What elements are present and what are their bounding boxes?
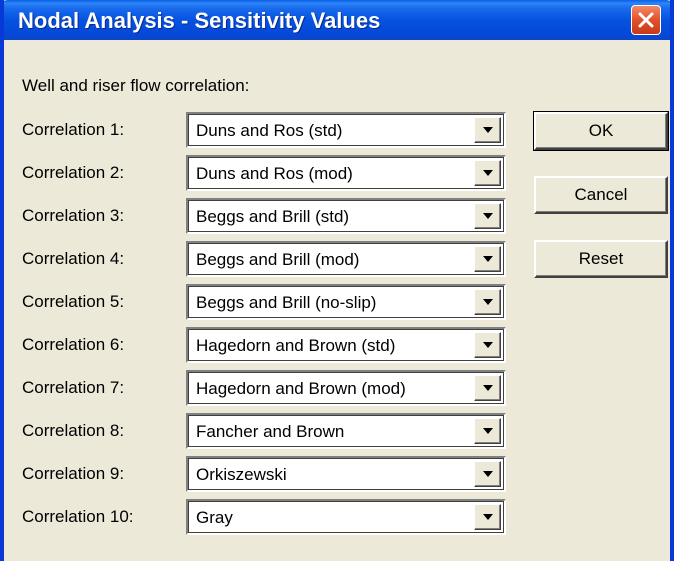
correlation-4-select[interactable]: Beggs and Brill (mod) <box>186 241 506 277</box>
chevron-down-icon <box>483 213 493 219</box>
correlation-6-dropdown-button[interactable] <box>474 332 501 358</box>
correlation-8-label: Correlation 8: <box>22 421 125 440</box>
correlation-10-label: Correlation 10: <box>22 507 134 526</box>
cancel-button[interactable]: Cancel <box>534 176 668 214</box>
correlation-1-select[interactable]: Duns and Ros (std) <box>186 112 506 148</box>
correlation-1-dropdown-button[interactable] <box>474 117 501 143</box>
reset-button[interactable]: Reset <box>534 240 668 278</box>
correlation-5-dropdown-button[interactable] <box>474 289 501 315</box>
correlation-10-value: Gray <box>196 508 233 527</box>
correlation-5-value: Beggs and Brill (no-slip) <box>196 293 377 312</box>
correlation-6-value: Hagedorn and Brown (std) <box>196 336 396 355</box>
chevron-down-icon <box>483 428 493 434</box>
correlation-9-select[interactable]: Orkiszewski <box>186 456 506 492</box>
correlation-4-value: Beggs and Brill (mod) <box>196 250 360 269</box>
correlation-9-label: Correlation 9: <box>22 464 125 483</box>
correlation-3-select[interactable]: Beggs and Brill (std) <box>186 198 506 234</box>
chevron-down-icon <box>483 342 493 348</box>
dialog-window: Nodal Analysis - Sensitivity Values Well… <box>0 0 674 561</box>
correlation-7-dropdown-button[interactable] <box>474 375 501 401</box>
close-icon <box>638 12 654 28</box>
chevron-down-icon <box>483 385 493 391</box>
correlation-6-label: Correlation 6: <box>22 335 125 354</box>
correlation-9-dropdown-button[interactable] <box>474 461 501 487</box>
correlation-8-dropdown-button[interactable] <box>474 418 501 444</box>
chevron-down-icon <box>483 514 493 520</box>
group-label: Well and riser flow correlation: <box>22 76 250 95</box>
correlation-1-value: Duns and Ros (std) <box>196 121 343 140</box>
correlation-5-select[interactable]: Beggs and Brill (no-slip) <box>186 284 506 320</box>
chevron-down-icon <box>483 299 493 305</box>
correlation-10-dropdown-button[interactable] <box>474 504 501 530</box>
correlation-8-select[interactable]: Fancher and Brown <box>186 413 506 449</box>
correlation-3-label: Correlation 3: <box>22 206 125 225</box>
correlation-10-select[interactable]: Gray <box>186 499 506 535</box>
chevron-down-icon <box>483 256 493 262</box>
title-bar[interactable]: Nodal Analysis - Sensitivity Values <box>4 0 670 40</box>
correlation-2-dropdown-button[interactable] <box>474 160 501 186</box>
correlation-7-label: Correlation 7: <box>22 378 125 397</box>
chevron-down-icon <box>483 471 493 477</box>
correlation-1-label: Correlation 1: <box>22 120 125 139</box>
correlation-5-label: Correlation 5: <box>22 292 125 311</box>
correlation-6-select[interactable]: Hagedorn and Brown (std) <box>186 327 506 363</box>
chevron-down-icon <box>483 127 493 133</box>
correlation-3-value: Beggs and Brill (std) <box>196 207 350 226</box>
correlation-3-dropdown-button[interactable] <box>474 203 501 229</box>
correlation-2-label: Correlation 2: <box>22 163 125 182</box>
ok-button[interactable]: OK <box>533 111 669 151</box>
window-title: Nodal Analysis - Sensitivity Values <box>18 8 381 33</box>
close-button[interactable] <box>631 5 661 35</box>
correlation-7-select[interactable]: Hagedorn and Brown (mod) <box>186 370 506 406</box>
correlation-8-value: Fancher and Brown <box>196 422 345 441</box>
correlation-2-select[interactable]: Duns and Ros (mod) <box>186 155 506 191</box>
chevron-down-icon <box>483 170 493 176</box>
correlation-2-value: Duns and Ros (mod) <box>196 164 353 183</box>
correlation-4-dropdown-button[interactable] <box>474 246 501 272</box>
correlation-9-value: Orkiszewski <box>196 465 287 484</box>
correlation-7-value: Hagedorn and Brown (mod) <box>196 379 406 398</box>
correlation-4-label: Correlation 4: <box>22 249 125 268</box>
